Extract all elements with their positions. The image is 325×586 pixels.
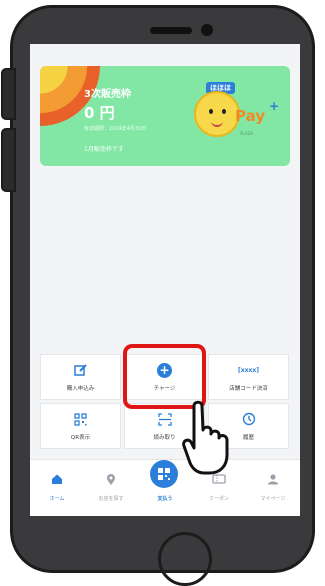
home-hardware-button[interactable] <box>158 532 212 586</box>
nav-find-store[interactable]: お店を探す <box>84 460 138 516</box>
volume-up-button <box>1 68 16 120</box>
pay-logo-text: Pay <box>235 107 266 125</box>
nav-mypage-label: マイページ <box>260 496 286 502</box>
bottom-nav: ホーム お店を探す 支払う クーポン マイページ <box>30 459 300 516</box>
home-icon <box>30 472 84 486</box>
balance-amount: 0 円 <box>84 104 115 122</box>
store-code-label: 店舗コード決済 <box>229 386 268 392</box>
store-code-button[interactable]: [xxxx] 店舗コード決済 <box>208 354 289 400</box>
nav-mypage[interactable]: マイページ <box>246 460 300 516</box>
mascot-logo <box>194 91 240 137</box>
front-camera <box>201 24 213 36</box>
volume-down-button <box>1 128 16 192</box>
user-icon <box>246 472 300 486</box>
balance-card[interactable]: 3次販売枠 0 円 有効期限：2024年4月30日 1月販売枠です ほほほ Pa… <box>40 66 290 166</box>
app-screen: 3次販売枠 0 円 有効期限：2024年4月30日 1月販売枠です ほほほ Pa… <box>30 44 300 516</box>
qr-display-label: QR表示 <box>70 435 91 441</box>
apply-label: 購入申込み <box>66 386 95 392</box>
qr-display-button[interactable]: QR表示 <box>40 403 121 449</box>
pointing-hand-icon <box>182 400 229 475</box>
pay-qr-icon <box>150 460 178 488</box>
nav-find-store-label: お店を探す <box>98 496 124 502</box>
qr-icon <box>41 412 120 426</box>
nav-coupon-label: クーポン <box>208 496 229 502</box>
nav-pay-label: 支払う <box>157 496 173 502</box>
nav-home[interactable]: ホーム <box>30 460 84 516</box>
pay-logo-plus: + <box>269 99 280 113</box>
apply-icon <box>41 363 120 377</box>
pay-logo-small: PLAZA <box>240 131 253 136</box>
store-code-icon: [xxxx] <box>238 366 259 374</box>
expiry-text: 有効期限：2024年4月30日 <box>84 126 147 132</box>
card-note: 1月販売枠です <box>84 146 124 153</box>
card-title: 3次販売枠 <box>84 89 131 100</box>
nav-home-label: ホーム <box>49 496 65 502</box>
map-pin-icon <box>84 472 138 486</box>
apply-button[interactable]: 購入申込み <box>40 354 121 400</box>
speaker-grille <box>150 27 192 34</box>
